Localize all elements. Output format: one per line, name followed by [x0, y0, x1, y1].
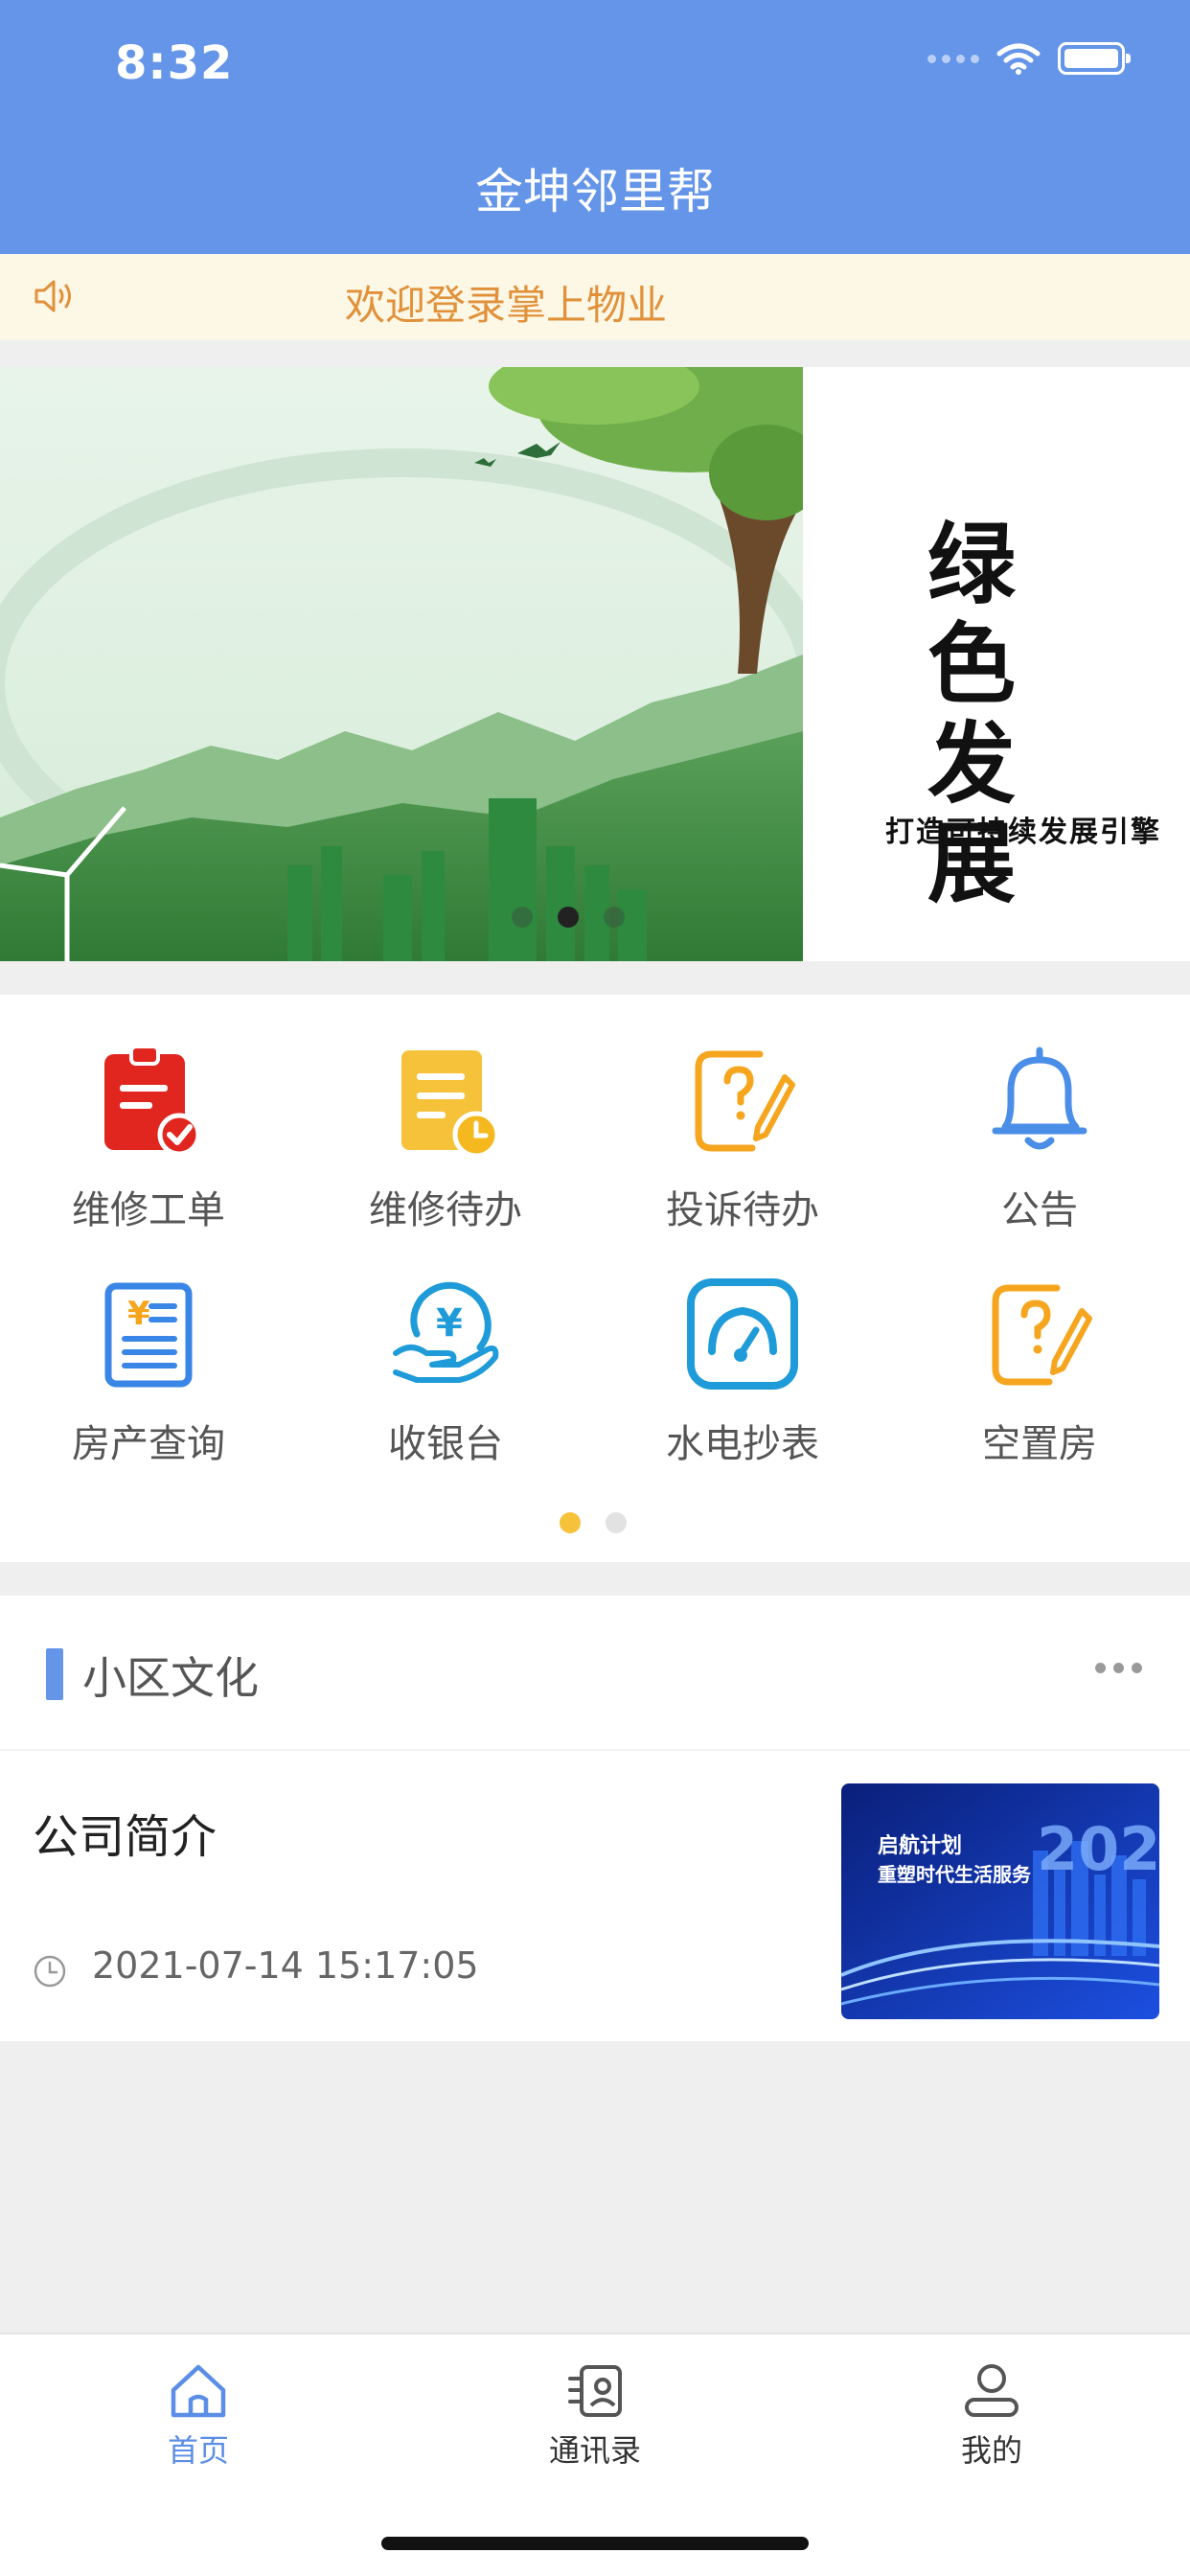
article-item[interactable]: 公司简介 2021-07-14 15:17:05 202 启航计划 重塑时代生活…: [0, 1753, 1190, 2040]
grid-label: 空置房: [982, 1422, 1097, 1466]
banner-carousel[interactable]: 绿色发展 打造可持续发展引擎: [0, 367, 1190, 961]
article-thumbnail: 2021 启航计划 重塑时代生活服务: [841, 1783, 1159, 2019]
thumb-year: 2021: [1037, 1814, 1159, 1884]
more-icon[interactable]: [1095, 1663, 1142, 1673]
tab-contacts[interactable]: 通讯录: [451, 2361, 739, 2471]
status-time: 8:32: [115, 36, 234, 90]
article-title: 公司简介: [33, 1810, 217, 1864]
banner-dot-active[interactable]: [558, 907, 579, 928]
grid-item-repair-todo[interactable]: 维修待办: [297, 1043, 594, 1234]
property-query-icon: ¥: [104, 1282, 193, 1388]
article-time: 2021-07-14 15:17:05: [92, 1944, 479, 1987]
grid-page-indicator: [560, 1512, 627, 1533]
banner-dot[interactable]: [512, 907, 533, 928]
home-icon: [171, 2364, 226, 2418]
grid-label: 房产查询: [72, 1422, 225, 1466]
svg-text:¥: ¥: [436, 1301, 463, 1346]
home-indicator: [381, 2537, 809, 2550]
bell-icon: [992, 1046, 1087, 1150]
thumb-title: 启航计划: [878, 1833, 962, 1858]
cashier-icon: ¥: [393, 1281, 499, 1383]
thumb-subtitle: 重塑时代生活服务: [878, 1863, 1032, 1886]
tab-profile[interactable]: 我的: [848, 2361, 1135, 2471]
grid-label: 维修待办: [369, 1188, 522, 1232]
status-icons: [927, 42, 1131, 75]
svg-text:¥: ¥: [127, 1295, 150, 1333]
tab-home[interactable]: 首页: [55, 2361, 342, 2471]
banner-text-panel: 绿色发展 打造可持续发展引擎: [803, 367, 1190, 961]
page-dot-active[interactable]: [560, 1512, 581, 1533]
meter-icon: [687, 1278, 798, 1390]
grid-label: 投诉待办: [666, 1188, 819, 1232]
grid-label: 维修工单: [72, 1188, 225, 1232]
grid-item-complaint-todo[interactable]: 投诉待办: [594, 1043, 891, 1234]
grid-label: 收银台: [388, 1422, 503, 1466]
tab-label: 首页: [167, 2432, 229, 2469]
banner-image: [0, 367, 803, 961]
notice-text: 欢迎登录掌上物业: [345, 282, 668, 329]
tab-label: 我的: [960, 2432, 1022, 2469]
wifi-icon: [996, 43, 1041, 75]
grid-item-cashier[interactable]: ¥ 收银台: [297, 1276, 594, 1468]
grid-item-announcement[interactable]: 公告: [891, 1043, 1188, 1234]
clock-icon: [34, 1955, 66, 1988]
grid-item-meter-reading[interactable]: 水电抄表: [594, 1276, 891, 1468]
banner-dot[interactable]: [604, 907, 625, 928]
banner-title: 绿色发展: [927, 514, 1038, 915]
grid-item-repair-order[interactable]: 维修工单: [0, 1043, 297, 1234]
speaker-icon: [34, 280, 71, 312]
signal-icon: [927, 54, 979, 63]
section-title: 小区文化: [82, 1652, 259, 1704]
banner-subtitle: 打造可持续发展引擎: [885, 816, 1161, 849]
notice-bar[interactable]: 欢迎登录掌上物业: [0, 254, 1190, 340]
battery-icon: [1058, 42, 1131, 75]
complaint-todo-icon: [695, 1050, 795, 1152]
culture-section: 小区文化 公司简介 2021-07-14 15:17:05 202 启航计划 重…: [0, 1596, 1190, 2041]
section-header: 小区文化: [0, 1596, 1190, 1751]
page-dot[interactable]: [606, 1512, 627, 1533]
grid-item-vacant-room[interactable]: 空置房: [891, 1276, 1188, 1468]
page-title: 金坤邻里帮: [475, 164, 715, 219]
grid-item-property-query[interactable]: ¥ 房产查询: [0, 1276, 297, 1468]
profile-icon: [965, 2364, 1018, 2417]
grid-label: 水电抄表: [666, 1422, 819, 1466]
banner-indicator: [512, 907, 625, 928]
repair-order-icon: [104, 1045, 201, 1157]
contacts-icon: [568, 2365, 622, 2417]
repair-todo-icon: [401, 1050, 500, 1158]
tab-label: 通讯录: [548, 2432, 641, 2469]
section-accent-bar: [46, 1648, 63, 1700]
app-header: 8:32 金坤邻里帮: [0, 0, 1190, 254]
function-grid: 维修工单 维修待办 投诉待办 公告 ¥ 房产查询 ¥ 收银台 水电抄表 空置房: [0, 995, 1190, 1562]
vacant-room-icon: [992, 1284, 1092, 1386]
grid-label: 公告: [1001, 1188, 1078, 1232]
